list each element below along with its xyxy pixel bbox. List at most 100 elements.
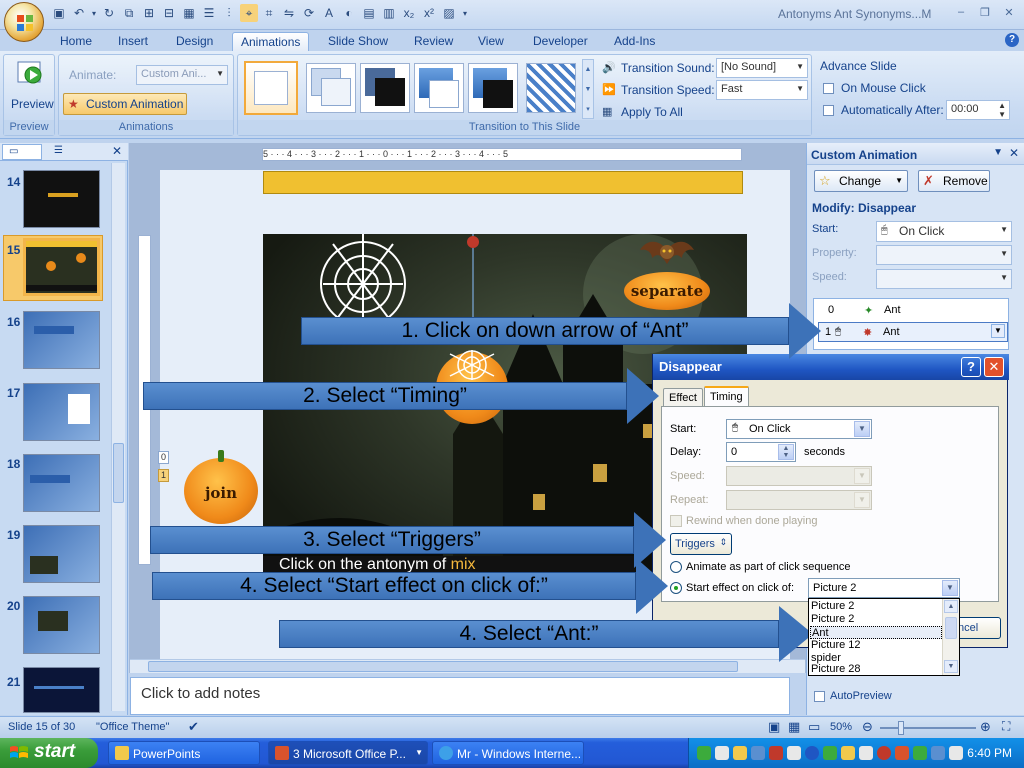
close-pane-icon[interactable]: ✕ xyxy=(1009,146,1019,160)
tray-icon[interactable] xyxy=(895,746,909,760)
normal-view-icon[interactable]: ▣ xyxy=(768,719,780,735)
tray-icon[interactable] xyxy=(697,746,711,760)
bat-icon[interactable] xyxy=(638,236,696,276)
restore-button[interactable]: ❐ xyxy=(974,3,996,21)
scroll-thumb[interactable] xyxy=(148,661,738,672)
select-icon[interactable]: ⌖ xyxy=(240,4,258,22)
slide-title-bar[interactable] xyxy=(263,171,743,194)
transition-thumb-fade[interactable] xyxy=(306,63,356,113)
tray-icon[interactable] xyxy=(913,746,927,760)
scroll-down-icon[interactable]: ▼ xyxy=(944,660,958,673)
trigger-option[interactable]: Picture 28 xyxy=(810,663,942,676)
shape-icon[interactable]: ◐ xyxy=(340,4,358,22)
slide-thumbnail-17[interactable] xyxy=(23,383,100,441)
tray-icon[interactable] xyxy=(715,746,729,760)
apply-to-all-button[interactable]: Apply To All xyxy=(621,105,683,119)
autopreview-checkbox[interactable] xyxy=(814,691,825,702)
trigger-object-select[interactable]: Picture 2 ▼ xyxy=(808,578,960,598)
animate-sequence-radio[interactable] xyxy=(670,561,682,573)
distribute-icon[interactable]: ⫶ xyxy=(220,4,238,22)
slides-tab[interactable]: ▭ xyxy=(2,144,42,160)
transition-thumb-cut-black[interactable] xyxy=(468,63,518,113)
trigger-option[interactable]: Picture 2 xyxy=(810,613,942,626)
auto-after-checkbox[interactable] xyxy=(823,105,834,116)
tray-icon[interactable] xyxy=(931,746,945,760)
notes-pane[interactable]: Click to add notes xyxy=(130,677,790,715)
tray-icon[interactable] xyxy=(841,746,855,760)
tray-icon[interactable] xyxy=(859,746,873,760)
zoom-in-icon[interactable]: ⊕ xyxy=(980,719,991,735)
triggers-button[interactable]: Triggers ⇕ xyxy=(670,533,732,555)
zoom-out-icon[interactable]: ⊖ xyxy=(862,719,873,735)
dialog-start-select[interactable]: 🖱 On Click ▼ xyxy=(726,419,872,439)
outline-tab[interactable]: ☰ xyxy=(46,144,74,160)
spell-check-icon[interactable]: ✔ xyxy=(188,719,199,735)
close-pane-icon[interactable]: ✕ xyxy=(112,144,122,158)
spinner-icon[interactable]: ▲ ▼ xyxy=(778,444,794,460)
animation-list-item-selected[interactable]: 1 🖱 ✸ Ant ▼ xyxy=(818,322,1008,342)
auto-after-input[interactable]: 00:00 ▲ ▼ xyxy=(946,100,1010,120)
dialog-close-button[interactable]: ✕ xyxy=(984,357,1004,377)
slide-thumbnail-14[interactable] xyxy=(23,170,100,228)
undo-icon[interactable]: ↶ xyxy=(70,4,88,22)
flip-icon[interactable]: ⇋ xyxy=(280,4,298,22)
slide-thumbnail-18[interactable] xyxy=(23,454,100,512)
remove-effect-button[interactable]: ✗ Remove xyxy=(918,170,990,192)
tray-icon[interactable] xyxy=(823,746,837,760)
crop-icon[interactable]: ⌗ xyxy=(260,4,278,22)
slide-thumbnail-19[interactable] xyxy=(23,525,100,583)
tray-icon[interactable] xyxy=(877,746,891,760)
group-icon[interactable]: ⊞ xyxy=(140,4,158,22)
tab-home[interactable]: Home xyxy=(52,32,100,51)
slide-thumbnail-20[interactable] xyxy=(23,596,100,654)
tray-icon[interactable] xyxy=(769,746,783,760)
tab-animations[interactable]: Animations xyxy=(232,32,310,51)
animation-tag[interactable]: 1 xyxy=(158,469,169,482)
arrange-icon[interactable]: ▦ xyxy=(180,4,198,22)
tab-view[interactable]: View xyxy=(470,32,512,51)
scroll-up-icon[interactable]: ▲ xyxy=(944,600,958,613)
tab-slide-show[interactable]: Slide Show xyxy=(320,32,396,51)
transition-speed-dropdown[interactable]: Fast ▼ xyxy=(716,80,808,100)
help-icon[interactable]: ? xyxy=(1005,33,1019,47)
tab-review[interactable]: Review xyxy=(406,32,461,51)
scroll-thumb[interactable] xyxy=(113,443,124,503)
taskbar-item-browser[interactable]: Mr - Windows Interne... xyxy=(432,741,584,765)
slide-thumbnail-16[interactable] xyxy=(23,311,100,369)
start-dropdown[interactable]: 🖱 On Click ▼ xyxy=(876,221,1012,242)
zoom-slider[interactable] xyxy=(880,727,976,729)
slide-thumbnail-15[interactable] xyxy=(23,238,100,296)
preview-button[interactable]: Preview xyxy=(11,97,54,111)
slide-thumbnail-21[interactable] xyxy=(23,667,100,713)
trigger-option[interactable]: Picture 12 xyxy=(810,639,942,652)
zoom-slider-thumb[interactable] xyxy=(898,721,904,735)
transition-thumb-fade-black[interactable] xyxy=(360,63,410,113)
customize-qat-icon[interactable]: ▾ xyxy=(460,4,470,22)
picture-icon[interactable]: ▤ xyxy=(360,4,378,22)
scroll-thumb[interactable] xyxy=(945,617,957,639)
bluetooth-icon[interactable] xyxy=(805,746,819,760)
superscript-icon[interactable]: x² xyxy=(420,4,438,22)
delay-input[interactable]: 0 ▲ ▼ xyxy=(726,442,796,462)
transition-thumb-none[interactable] xyxy=(244,61,298,115)
tray-icon[interactable] xyxy=(751,746,765,760)
save-icon[interactable]: ▣ xyxy=(50,4,68,22)
change-effect-button[interactable]: ☆ Change ▼ xyxy=(814,170,908,192)
item-dropdown-arrow-icon[interactable]: ▼ xyxy=(991,324,1005,338)
animation-list-item[interactable]: 0 ✦ Ant xyxy=(816,301,1006,321)
volume-icon[interactable] xyxy=(949,746,963,760)
list-scrollbar[interactable]: ▲ ▼ xyxy=(942,599,959,675)
subscript-icon[interactable]: x₂ xyxy=(400,4,418,22)
slide-sorter-icon[interactable]: ▦ xyxy=(788,719,800,735)
slides-scrollbar[interactable] xyxy=(111,163,125,711)
tray-icon[interactable] xyxy=(787,746,801,760)
custom-animation-button[interactable]: ★ Custom Animation xyxy=(63,93,187,115)
copy-icon[interactable]: ⧉ xyxy=(120,4,138,22)
pane-menu-icon[interactable]: ▼ xyxy=(993,147,1003,158)
close-button[interactable]: ✕ xyxy=(998,3,1020,21)
align-icon[interactable]: ☰ xyxy=(200,4,218,22)
animate-dropdown[interactable]: Custom Ani... ▼ xyxy=(136,65,228,85)
transition-sound-dropdown[interactable]: [No Sound] ▼ xyxy=(716,58,808,78)
slideshow-view-icon[interactable]: ▭ xyxy=(808,719,820,735)
zoom-level[interactable]: 50% xyxy=(830,721,852,733)
